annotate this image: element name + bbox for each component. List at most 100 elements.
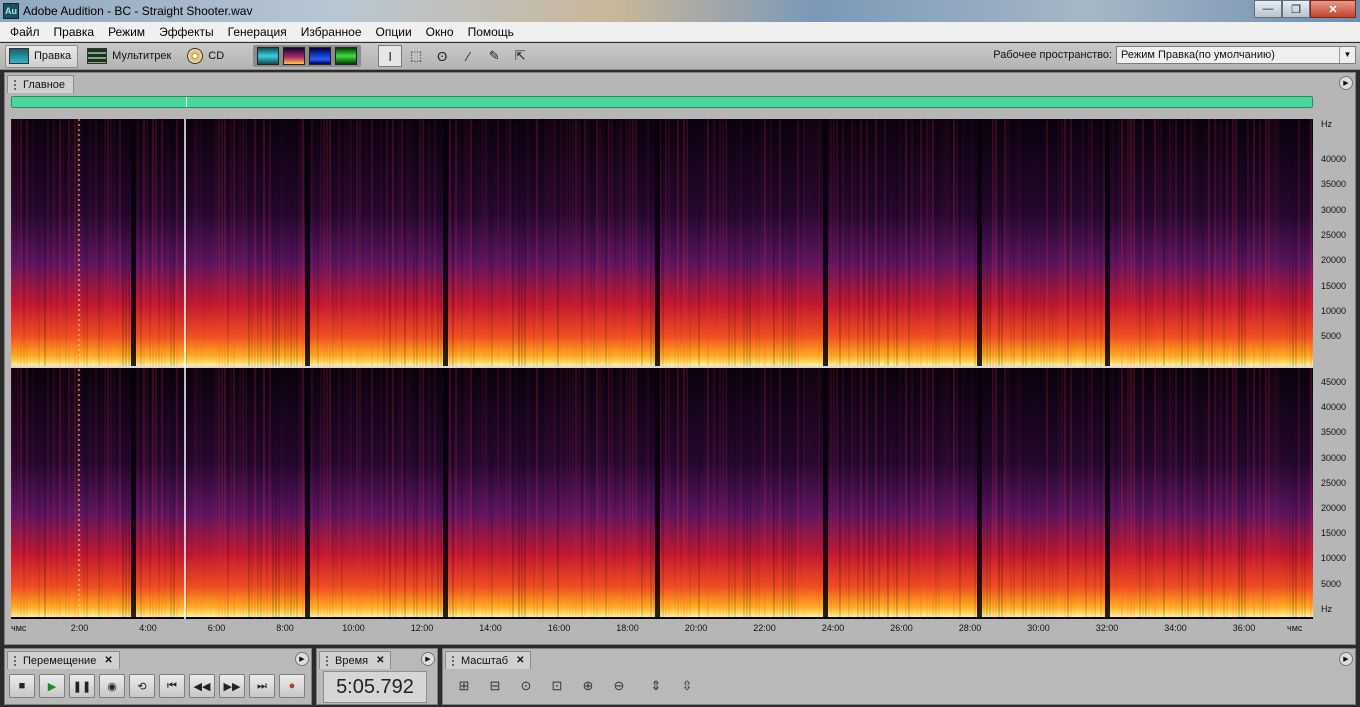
time-tick: 24:00 (821, 623, 845, 633)
track-gap (1105, 119, 1110, 619)
spectral-stripe (1001, 119, 1003, 619)
multitrack-mode-button[interactable]: Мультитрек (83, 45, 178, 68)
menu-view[interactable]: Режим (101, 22, 152, 42)
go-to-end-button[interactable]: ⏭ (249, 674, 275, 698)
close-icon[interactable]: ✕ (104, 655, 112, 666)
panel-menu-icon[interactable]: ▶ (295, 652, 309, 666)
panel-menu-icon[interactable]: ▶ (1339, 76, 1353, 90)
spectral-stripe (278, 119, 280, 619)
grip-icon[interactable] (14, 79, 18, 90)
spectral-stripe (809, 119, 811, 619)
spectral-stripe (53, 119, 55, 619)
cd-mode-button[interactable]: CD (183, 45, 231, 68)
spectral-stripe (620, 119, 622, 619)
time-selection-icon[interactable]: I (378, 45, 403, 67)
phase-view-icon[interactable] (335, 47, 358, 65)
zoom-in-amplitude-icon[interactable]: ⊞ (451, 674, 477, 698)
edit-mode-button[interactable]: Правка (5, 44, 79, 68)
spectral-stripe (1163, 119, 1165, 619)
menu-effects[interactable]: Эффекты (152, 22, 221, 42)
zoom-in-vertical-icon[interactable]: ⇕ (643, 674, 669, 698)
menu-window[interactable]: Окно (419, 22, 461, 42)
grip-icon[interactable] (14, 655, 18, 666)
spectral-stripe (1250, 119, 1252, 619)
panel-menu-icon[interactable]: ▶ (1339, 652, 1353, 666)
menu-edit[interactable]: Правка (47, 22, 102, 42)
main-tab[interactable]: Главное (7, 75, 75, 93)
loop-button[interactable]: ⟲ (129, 674, 155, 698)
zoom-in-left-icon[interactable]: ⊕ (575, 674, 601, 698)
fast-forward-button[interactable]: ▶▶ (219, 674, 245, 698)
frequency-tick: Hz (1321, 603, 1332, 614)
spectral-stripe (164, 119, 166, 619)
menu-help[interactable]: Помощь (461, 22, 521, 42)
spectral-stripe (1289, 119, 1291, 619)
time-tick: 4:00 (139, 623, 157, 633)
stop-button[interactable]: ■ (9, 674, 35, 698)
waveform-view-icon[interactable] (257, 47, 280, 65)
menu-file[interactable]: Файл (3, 22, 47, 42)
menu-generate[interactable]: Генерация (221, 22, 294, 42)
pan-view-icon[interactable] (309, 47, 332, 65)
marquee-icon[interactable]: ⬚ (404, 45, 428, 67)
close-icon[interactable]: ✕ (516, 655, 524, 666)
time-tick: чмс (1287, 623, 1303, 633)
scrub-icon[interactable]: ⇱ (508, 45, 532, 67)
zoom-out-vertical-icon[interactable]: ⇳ (674, 674, 700, 698)
panel-menu-icon[interactable]: ▶ (421, 652, 435, 666)
menu-options[interactable]: Опции (369, 22, 419, 42)
minimize-button[interactable]: — (1254, 0, 1282, 18)
time-ruler[interactable]: чмс 2:00 4:00 6:00 8:00 10:00 12:00 14:00 16:00 1… (11, 619, 1313, 639)
zoom-out-full-icon[interactable]: ⊙ (513, 674, 539, 698)
record-button[interactable]: ● (279, 674, 305, 698)
spectral-stripe (743, 119, 745, 619)
spectral-stripe (1226, 119, 1228, 619)
go-to-start-button[interactable]: ⏮ (159, 674, 185, 698)
window-title: Adobe Audition - BC - Straight Shooter.w… (23, 4, 253, 18)
maximize-button[interactable]: ❐ (1282, 0, 1310, 18)
close-icon[interactable]: ✕ (376, 655, 384, 666)
zoom-tab[interactable]: Масштаб ✕ (445, 651, 532, 669)
grip-icon[interactable] (326, 655, 330, 666)
spectral-stripe (323, 119, 325, 619)
rewind-button[interactable]: ◀◀ (189, 674, 215, 698)
zoom-out-amplitude-icon[interactable]: ⊟ (482, 674, 508, 698)
spectral-stripe (1082, 119, 1084, 619)
spectral-stripe (632, 119, 634, 619)
transport-controls: ■ ▶ ❚❚ ◉ ⟲ ⏮ ◀◀ ▶▶ ⏭ ● (9, 674, 309, 698)
brush-icon[interactable]: ⁄ (456, 45, 480, 67)
spectral-stripe (38, 119, 40, 619)
spectral-stripe (353, 119, 355, 619)
close-button[interactable]: ✕ (1310, 0, 1356, 18)
spectral-stripe (854, 119, 856, 619)
chevron-down-icon[interactable]: ▼ (1339, 47, 1355, 63)
healing-icon[interactable]: ✎ (482, 45, 506, 67)
spectral-stripe (788, 119, 790, 619)
spectral-view-icon[interactable] (283, 47, 306, 65)
spectral-stripe (452, 119, 454, 619)
spectral-stripe (599, 119, 601, 619)
zoom-to-selection-icon[interactable]: ⊡ (544, 674, 570, 698)
menu-favorites[interactable]: Избранное (294, 22, 369, 42)
grip-icon[interactable] (452, 655, 456, 666)
spectral-stripe (455, 119, 457, 619)
play-button[interactable]: ▶ (39, 674, 65, 698)
workspace-select[interactable]: Режим Правка(по умолчанию) ▼ (1116, 46, 1356, 64)
spectral-stripe (488, 119, 490, 619)
zoom-in-right-icon[interactable]: ⊖ (606, 674, 632, 698)
spectral-stripe (542, 119, 544, 619)
overview-bar[interactable] (11, 96, 1313, 108)
lasso-icon[interactable]: ʘ (430, 45, 454, 67)
spectrogram[interactable] (11, 119, 1313, 619)
play-from-cursor-button[interactable]: ◉ (99, 674, 125, 698)
transport-tab[interactable]: Перемещение ✕ (7, 651, 120, 669)
spectral-stripe (905, 119, 907, 619)
time-tick: 10:00 (342, 623, 365, 633)
time-tab[interactable]: Время ✕ (319, 651, 392, 669)
time-tick: чмс (11, 623, 27, 633)
spectral-stripe (524, 119, 526, 619)
spectral-stripe (71, 119, 73, 619)
spectral-stripe (341, 119, 343, 619)
workspace-label: Рабочее пространство: (993, 49, 1112, 61)
pause-button[interactable]: ❚❚ (69, 674, 95, 698)
